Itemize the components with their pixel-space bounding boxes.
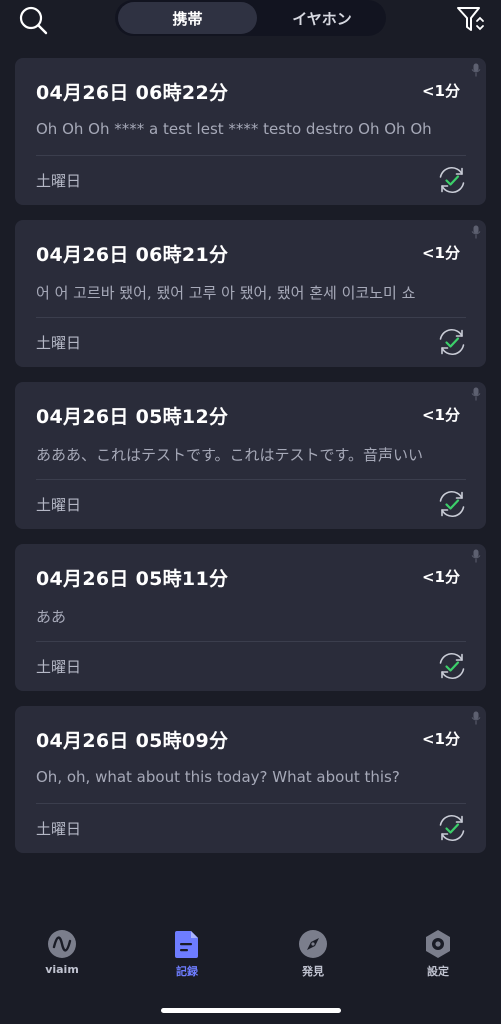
bottom-tab-bar: viaim 記録 発見 設定: [0, 915, 501, 995]
record-duration: <1分: [421, 406, 460, 424]
record-title: 04月26日 06時21分: [36, 244, 229, 266]
document-icon: [175, 931, 198, 958]
compass-icon: [299, 930, 327, 958]
record-weekday: 土曜日: [36, 820, 82, 838]
record-card[interactable]: 04月26日 05時09分 <1分 Oh, oh, what about this …: [15, 706, 486, 853]
record-weekday: 土曜日: [36, 334, 82, 352]
viaim-logo-icon: [48, 930, 76, 958]
record-weekday: 土曜日: [36, 172, 82, 190]
record-card[interactable]: 04月26日 05時11分 <1分ああ土曜日: [15, 544, 486, 691]
microphone-icon: [471, 387, 481, 401]
record-weekday: 土曜日: [36, 658, 82, 676]
microphone-icon: [471, 63, 481, 77]
tab-viaim[interactable]: viaim: [22, 929, 102, 976]
microphone-icon: [471, 711, 481, 725]
divider: [36, 317, 466, 318]
tab-earphones[interactable]: イヤホン: [260, 2, 384, 34]
sync-complete-icon[interactable]: [436, 326, 468, 358]
record-preview: ああ: [36, 608, 67, 626]
home-indicator: [161, 1008, 341, 1013]
microphone-icon: [471, 225, 481, 239]
tab-discover-label: 発見: [302, 965, 324, 978]
sync-complete-icon[interactable]: [436, 488, 468, 520]
divider: [36, 155, 466, 156]
tab-settings-label: 設定: [427, 965, 449, 978]
record-weekday: 土曜日: [36, 496, 82, 514]
record-duration: <1分: [421, 244, 460, 262]
tab-records-label: 記録: [176, 965, 198, 978]
top-bar: 携帯 イヤホン: [0, 0, 501, 42]
record-preview: 어 어 고르바 됐어, 됐어 고루 아 됐어, 됐어 혼세 이코노미 쇼: [36, 284, 416, 302]
divider: [36, 641, 466, 642]
record-preview: Oh, oh, what about this today? What abou…: [36, 768, 400, 786]
record-preview: あああ、これはテストです。これはテストです。音声いい: [36, 446, 424, 464]
record-title: 04月26日 05時11分: [36, 568, 229, 590]
search-icon[interactable]: [18, 5, 48, 35]
record-title: 04月26日 06時22分: [36, 82, 229, 104]
record-card[interactable]: 04月26日 06時21分 <1分 어 어 고르바 됐어, 됐어 고루 아 됐어, …: [15, 220, 486, 367]
tab-settings[interactable]: 設定: [398, 929, 478, 979]
sync-complete-icon[interactable]: [436, 812, 468, 844]
source-segmented-control: 携帯 イヤホン: [115, 0, 386, 36]
record-preview: Oh Oh Oh **** a test lest **** testo des…: [36, 120, 432, 138]
sync-complete-icon[interactable]: [436, 650, 468, 682]
record-title: 04月26日 05時09分: [36, 730, 229, 752]
tab-records[interactable]: 記録: [147, 929, 227, 979]
record-card[interactable]: 04月26日 05時12分 <1分あああ、これはテストです。これはテストです。音声…: [15, 382, 486, 529]
microphone-icon: [471, 549, 481, 563]
record-duration: <1分: [421, 568, 460, 586]
tab-viaim-label: viaim: [45, 963, 79, 976]
record-duration: <1分: [421, 730, 460, 748]
sync-complete-icon[interactable]: [436, 164, 468, 196]
divider: [36, 803, 466, 804]
record-duration: <1分: [421, 82, 460, 100]
record-card[interactable]: 04月26日 06時22分 <1分 Oh Oh Oh **** a test les…: [15, 58, 486, 205]
filter-sort-icon[interactable]: [455, 4, 485, 34]
record-title: 04月26日 05時12分: [36, 406, 229, 428]
divider: [36, 479, 466, 480]
tab-phone[interactable]: 携帯: [118, 2, 257, 34]
tab-discover[interactable]: 発見: [273, 929, 353, 979]
settings-hex-icon: [426, 930, 450, 958]
